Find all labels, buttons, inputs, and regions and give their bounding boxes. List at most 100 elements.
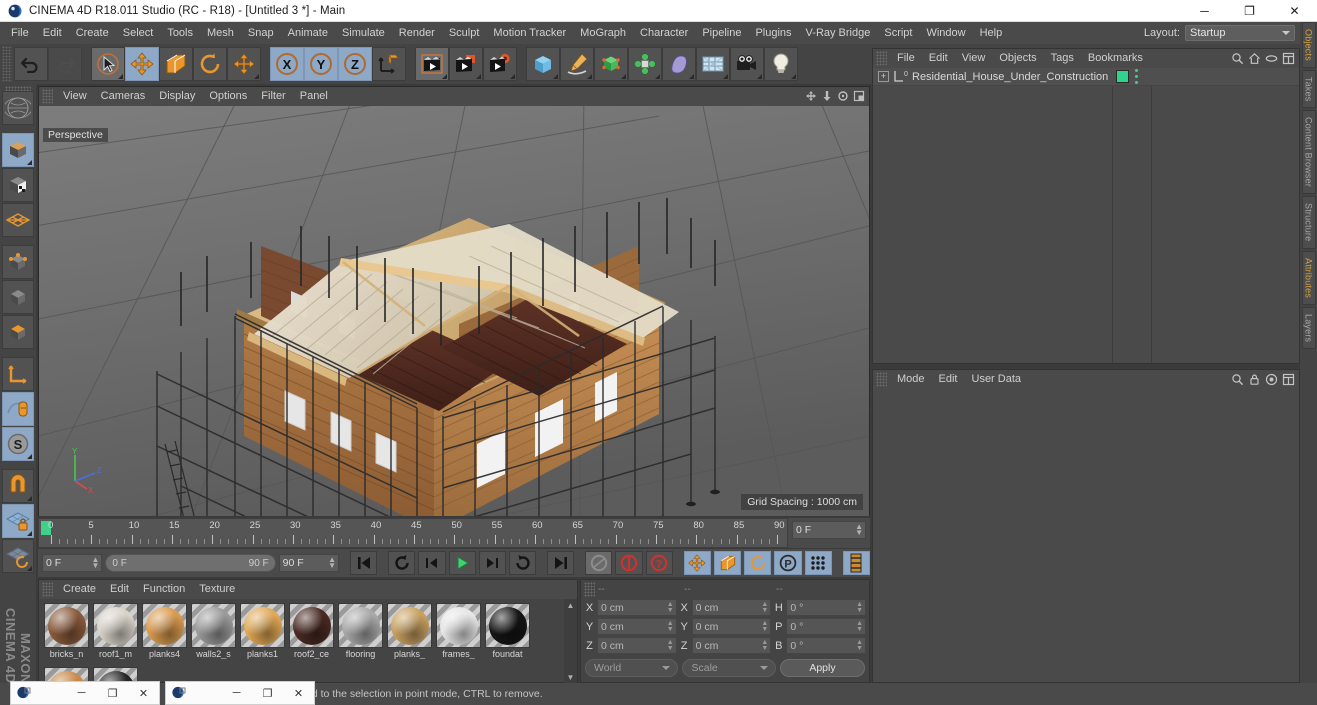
attribute-menu-mode[interactable]: Mode xyxy=(890,370,932,389)
material-menu-create[interactable]: Create xyxy=(56,580,103,599)
material-preview[interactable] xyxy=(142,603,187,648)
position-y-input[interactable]: 0 cm ▲ ▼ xyxy=(597,618,677,635)
timeline-ruler[interactable]: 0 5 10 15 20 25 30 35 40 45 50 55 60 65 70 75 80 85 90 xyxy=(38,518,788,548)
home-icon[interactable] xyxy=(1248,52,1261,68)
menu-item-animate[interactable]: Animate xyxy=(281,22,335,44)
rotation-h-input[interactable]: 0 ° ▲ ▼ xyxy=(786,599,867,616)
layout-dropdown[interactable]: Startup xyxy=(1185,25,1295,41)
viewport-rotate-icon[interactable] xyxy=(836,89,850,103)
object-menu-file[interactable]: File xyxy=(890,49,922,68)
cube-primitive-icon[interactable] xyxy=(526,47,560,81)
material-menu-edit[interactable]: Edit xyxy=(103,580,136,599)
menu-item-render[interactable]: Render xyxy=(392,22,442,44)
object-menu-tags[interactable]: Tags xyxy=(1044,49,1081,68)
playback-range-slider[interactable]: 0 F 90 F xyxy=(105,554,276,572)
material-preview[interactable] xyxy=(387,603,432,648)
record-active-objects-icon[interactable] xyxy=(585,551,613,575)
undo-icon[interactable] xyxy=(14,47,48,81)
position-z-input[interactable]: 0 cm ▲ ▼ xyxy=(597,637,677,654)
right-tab-structure[interactable]: Structure xyxy=(1301,196,1316,249)
spinner-icon[interactable]: ▲ ▼ xyxy=(856,601,863,614)
x-axis-lock-icon[interactable]: X xyxy=(270,47,304,81)
material-item[interactable]: bricks_n xyxy=(43,603,90,665)
object-manager-grip[interactable] xyxy=(876,51,887,66)
viewport-menu-filter[interactable]: Filter xyxy=(254,87,292,106)
material-item[interactable]: walls2_s xyxy=(190,603,237,665)
floating-window-1-minimize[interactable]: ─ xyxy=(66,682,97,704)
step-back-icon[interactable] xyxy=(418,551,446,575)
menu-item-v-ray-bridge[interactable]: V-Ray Bridge xyxy=(799,22,878,44)
material-item[interactable]: frames_ xyxy=(435,603,482,665)
material-item[interactable]: roof2_ce xyxy=(288,603,335,665)
floating-window-1-maximize[interactable]: ❐ xyxy=(97,682,128,704)
timeline-layout-icon[interactable] xyxy=(842,551,870,575)
parameter-key-icon[interactable]: P xyxy=(774,551,802,575)
material-preview[interactable] xyxy=(436,603,481,648)
right-tab-objects[interactable]: Objects xyxy=(1301,22,1316,68)
right-tab-takes[interactable]: Takes xyxy=(1301,69,1316,109)
object-menu-view[interactable]: View xyxy=(955,49,993,68)
render-view-icon[interactable] xyxy=(415,47,449,81)
right-tab-content-browser[interactable]: Content Browser xyxy=(1301,110,1316,195)
camera-icon[interactable] xyxy=(730,47,764,81)
coordinate-mode-dropdown[interactable]: Scale xyxy=(682,659,776,677)
spinner-icon[interactable]: ▲ ▼ xyxy=(761,601,768,614)
spinner-icon[interactable]: ▲ ▼ xyxy=(855,523,863,537)
material-item[interactable]: planks_ xyxy=(386,603,433,665)
playback-end-frame-field[interactable]: 90 F ▲ ▼ xyxy=(278,554,340,572)
rotate-tool-icon[interactable] xyxy=(193,47,227,81)
go-to-start-icon[interactable] xyxy=(349,551,378,575)
material-item[interactable]: planks1 xyxy=(239,603,286,665)
object-tree-row[interactable]: +0 Residential_House_Under_Construction xyxy=(873,68,1299,86)
spinner-icon[interactable]: ▲ ▼ xyxy=(856,639,863,652)
expand-toggle-icon[interactable]: + xyxy=(878,71,889,82)
workplane-rotate-icon[interactable] xyxy=(2,539,34,574)
attribute-manager-grip[interactable] xyxy=(876,372,887,387)
menu-item-help[interactable]: Help xyxy=(973,22,1010,44)
maximize-button[interactable]: ❐ xyxy=(1227,0,1272,22)
right-tab-layers[interactable]: Layers xyxy=(1301,306,1316,350)
scale-tool-icon[interactable] xyxy=(159,47,193,81)
spinner-icon[interactable]: ▲ ▼ xyxy=(761,620,768,633)
live-selection-icon[interactable] xyxy=(91,47,125,81)
viewport-scale-icon[interactable] xyxy=(820,89,834,103)
spinner-icon[interactable]: ▲ ▼ xyxy=(667,639,674,652)
menu-item-select[interactable]: Select xyxy=(116,22,161,44)
menu-item-script[interactable]: Script xyxy=(877,22,919,44)
axis-mode-icon[interactable] xyxy=(2,357,34,392)
viewport-grip[interactable] xyxy=(42,89,53,104)
workplane-lock-icon[interactable] xyxy=(2,504,34,539)
viewport-menu-panel[interactable]: Panel xyxy=(293,87,335,106)
enable-snapping-icon[interactable] xyxy=(2,392,34,427)
search-icon[interactable] xyxy=(1231,52,1244,68)
viewport-menu-display[interactable]: Display xyxy=(152,87,202,106)
autokeying-icon[interactable] xyxy=(615,551,643,575)
menu-item-pipeline[interactable]: Pipeline xyxy=(695,22,748,44)
coordinate-system-dropdown[interactable]: World xyxy=(585,659,679,677)
material-preview[interactable] xyxy=(289,603,334,648)
floating-window-1[interactable]: ─ ❐ ✕ xyxy=(10,681,160,705)
edges-mode-icon[interactable] xyxy=(2,280,34,315)
polygon-mode-icon[interactable] xyxy=(2,203,34,238)
floating-window-2-maximize[interactable]: ❐ xyxy=(252,682,283,704)
material-manager-grip[interactable] xyxy=(42,582,53,597)
play-forward-icon[interactable] xyxy=(448,551,476,575)
layout-icon[interactable] xyxy=(1282,373,1295,389)
material-item[interactable]: foundat xyxy=(484,603,531,665)
scale-key-icon[interactable] xyxy=(713,551,742,575)
mograph-cloner-icon[interactable] xyxy=(628,47,662,81)
spinner-icon[interactable]: ▲ ▼ xyxy=(328,556,336,570)
floating-window-1-close[interactable]: ✕ xyxy=(128,682,159,704)
material-preview[interactable] xyxy=(240,603,285,648)
keyframe-selection-icon[interactable]: ? xyxy=(645,551,673,575)
attribute-menu-edit[interactable]: Edit xyxy=(932,370,965,389)
snap-settings-icon[interactable]: S xyxy=(2,427,34,462)
menu-item-window[interactable]: Window xyxy=(919,22,972,44)
scroll-down-icon[interactable]: ▼ xyxy=(567,673,575,682)
material-menu-texture[interactable]: Texture xyxy=(192,580,242,599)
redo-icon[interactable] xyxy=(48,47,82,81)
material-item[interactable]: roof1_m xyxy=(92,603,139,665)
menu-item-file[interactable]: File xyxy=(4,22,36,44)
viewport-menu-view[interactable]: View xyxy=(56,87,94,106)
size-z-input[interactable]: 0 cm ▲ ▼ xyxy=(691,637,772,654)
